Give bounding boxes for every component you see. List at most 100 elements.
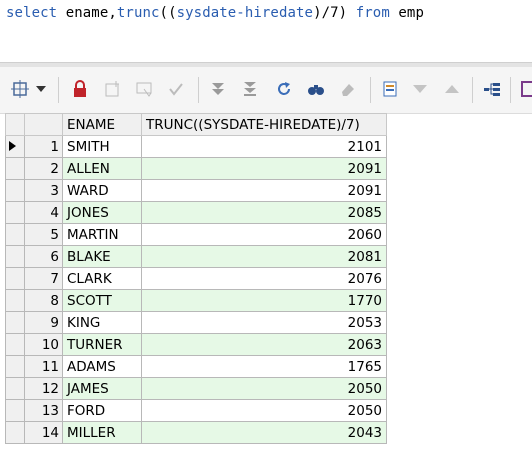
row-number[interactable]: 5: [24, 223, 63, 246]
cell-ename[interactable]: MARTIN: [62, 223, 142, 246]
cell-ename[interactable]: ALLEN: [62, 157, 142, 180]
find-icon[interactable]: [306, 79, 326, 99]
cell-weeks[interactable]: 2053: [141, 311, 387, 334]
table-row[interactable]: 5 MARTIN 2060: [5, 223, 387, 246]
lock-icon[interactable]: [70, 79, 90, 99]
row-number[interactable]: 14: [24, 421, 63, 444]
table-row[interactable]: 7 CLARK 2076: [5, 267, 387, 290]
cell-ename[interactable]: FORD: [62, 399, 142, 422]
row-number-header: [24, 113, 63, 136]
row-number[interactable]: 7: [24, 267, 63, 290]
delete-record-icon[interactable]: [134, 79, 154, 99]
cell-weeks[interactable]: 1765: [141, 355, 387, 378]
sql-token: sysdate-hiredate: [176, 5, 314, 21]
row-number[interactable]: 8: [24, 289, 63, 312]
filter-icon[interactable]: [410, 79, 430, 99]
column-header-ename[interactable]: ENAME: [62, 113, 142, 136]
fetch-last-icon[interactable]: [240, 79, 260, 99]
cell-ename[interactable]: KING: [62, 311, 142, 334]
table-row[interactable]: 12 JAMES 2050: [5, 377, 387, 400]
cell-weeks[interactable]: 2063: [141, 333, 387, 356]
post-edit-icon[interactable]: [166, 79, 186, 99]
row-number[interactable]: 12: [24, 377, 63, 400]
sql-token: ((: [159, 5, 177, 21]
cell-ename[interactable]: TURNER: [62, 333, 142, 356]
row-indicator[interactable]: [5, 355, 25, 378]
cell-weeks[interactable]: 2091: [141, 157, 387, 180]
cell-weeks[interactable]: 2081: [141, 245, 387, 268]
row-indicator[interactable]: [5, 135, 25, 158]
query-by-example-icon[interactable]: [380, 79, 400, 99]
table-row[interactable]: 11 ADAMS 1765: [5, 355, 387, 378]
sort-icon[interactable]: [442, 79, 462, 99]
row-number[interactable]: 10: [24, 333, 63, 356]
table-row[interactable]: 9 KING 2053: [5, 311, 387, 334]
cell-weeks[interactable]: 2101: [141, 135, 387, 158]
row-indicator[interactable]: [5, 377, 25, 400]
row-indicator[interactable]: [5, 223, 25, 246]
table-row[interactable]: 3 WARD 2091: [5, 179, 387, 202]
sql-editor[interactable]: select ename,trunc((sysdate-hiredate)/7)…: [0, 0, 532, 62]
clear-icon[interactable]: [338, 79, 358, 99]
row-indicator[interactable]: [5, 289, 25, 312]
row-number[interactable]: 13: [24, 399, 63, 422]
cell-ename[interactable]: JONES: [62, 201, 142, 224]
row-indicator[interactable]: [5, 201, 25, 224]
refresh-icon[interactable]: [274, 79, 294, 99]
grid-options-icon[interactable]: [10, 79, 30, 99]
row-indicator[interactable]: [5, 267, 25, 290]
row-indicator[interactable]: [5, 311, 25, 334]
row-indicator[interactable]: [5, 157, 25, 180]
table-row[interactable]: 10 TURNER 2063: [5, 333, 387, 356]
table-row[interactable]: 14 MILLER 2043: [5, 421, 387, 444]
cell-ename[interactable]: CLARK: [62, 267, 142, 290]
row-indicator[interactable]: [5, 179, 25, 202]
cell-weeks[interactable]: 2060: [141, 223, 387, 246]
cell-ename[interactable]: SMITH: [62, 135, 142, 158]
cell-weeks[interactable]: 2050: [141, 377, 387, 400]
cell-weeks[interactable]: 2076: [141, 267, 387, 290]
sql-token: )/7): [313, 5, 356, 21]
cell-ename[interactable]: MILLER: [62, 421, 142, 444]
table-row[interactable]: 13 FORD 2050: [5, 399, 387, 422]
cell-ename[interactable]: ADAMS: [62, 355, 142, 378]
row-number[interactable]: 11: [24, 355, 63, 378]
row-number[interactable]: 9: [24, 311, 63, 334]
sql-token: trunc: [116, 5, 160, 21]
row-indicator[interactable]: [5, 399, 25, 422]
cell-ename[interactable]: BLAKE: [62, 245, 142, 268]
column-header-weeks[interactable]: TRUNC((SYSDATE-HIREDATE)/7): [141, 113, 387, 136]
sql-token: ename,: [57, 5, 117, 21]
table-row[interactable]: 8 SCOTT 1770: [5, 289, 387, 312]
row-indicator[interactable]: [5, 421, 25, 444]
table-row[interactable]: 2 ALLEN 2091: [5, 157, 387, 180]
insert-record-icon[interactable]: [102, 79, 122, 99]
fetch-next-icon[interactable]: [208, 79, 228, 99]
sql-token: from: [355, 5, 390, 21]
cell-weeks[interactable]: 2050: [141, 399, 387, 422]
row-indicator[interactable]: [5, 333, 25, 356]
table-row[interactable]: 1 SMITH 2101: [5, 135, 387, 158]
cell-ename[interactable]: JAMES: [62, 377, 142, 400]
row-number[interactable]: 2: [24, 157, 63, 180]
explain-icon[interactable]: [482, 79, 502, 99]
cell-ename[interactable]: WARD: [62, 179, 142, 202]
result-toolbar: [0, 67, 532, 114]
chevron-down-icon[interactable]: [34, 79, 48, 99]
cell-weeks[interactable]: 2091: [141, 179, 387, 202]
cell-weeks[interactable]: 1770: [141, 289, 387, 312]
row-indicator[interactable]: [5, 245, 25, 268]
cell-weeks[interactable]: 2085: [141, 201, 387, 224]
save-icon[interactable]: [518, 79, 532, 99]
cell-weeks[interactable]: 2043: [141, 421, 387, 444]
row-number[interactable]: 3: [24, 179, 63, 202]
cell-ename[interactable]: SCOTT: [62, 289, 142, 312]
table-row[interactable]: 4 JONES 2085: [5, 201, 387, 224]
row-number[interactable]: 4: [24, 201, 63, 224]
table-row[interactable]: 6 BLAKE 2081: [5, 245, 387, 268]
sql-token: select: [6, 5, 58, 21]
row-number[interactable]: 1: [24, 135, 63, 158]
sql-text[interactable]: select ename,trunc((sysdate-hiredate)/7)…: [6, 4, 424, 22]
row-number[interactable]: 6: [24, 245, 63, 268]
current-row-arrow-icon: [9, 140, 16, 151]
